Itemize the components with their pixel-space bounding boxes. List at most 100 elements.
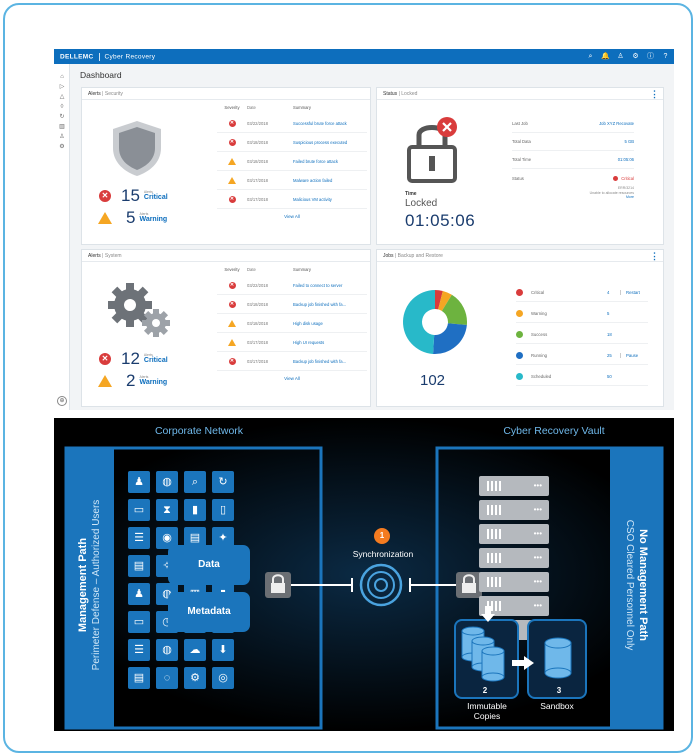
network-tile-icon: ▯ <box>212 499 234 521</box>
job-status-count[interactable]: 5 <box>607 311 609 316</box>
home-icon[interactable]: ⌂ <box>54 72 70 82</box>
table-row[interactable]: ✕ 03/17/2018 Malicious VM activity <box>217 190 367 209</box>
job-status-count[interactable]: 4 <box>607 290 609 295</box>
page-title: Dashboard <box>80 70 122 80</box>
job-status-label: Success <box>531 332 548 337</box>
network-tile-icon: ☰ <box>128 639 150 661</box>
table-row[interactable]: ✕ 03/18/2018 Suspicious process executed <box>217 133 367 152</box>
server-vent-icon <box>487 577 503 587</box>
job-status-label: Warning <box>531 311 547 316</box>
view-all-link[interactable]: View All <box>217 214 367 219</box>
network-tile-icon: ◍ <box>156 471 178 493</box>
server-vent-icon <box>487 553 503 563</box>
network-tile-icon: ◎ <box>212 667 234 689</box>
no-management-path-label: No Management Path <box>637 529 649 641</box>
critical-label: Critical <box>143 357 168 364</box>
table-row[interactable]: ✕ 03/22/2018 Failed to connect to server <box>217 276 367 295</box>
dell-emc-logo: DELLEMC <box>60 53 94 61</box>
row-summary[interactable]: Malware action failed <box>293 178 367 183</box>
job-status-count[interactable]: 18 <box>607 332 612 337</box>
table-row[interactable]: ✕ 03/18/2018 Backup job finished with fa..… <box>217 295 367 314</box>
jobs-total: 102 <box>420 372 446 389</box>
status-more-link[interactable]: More <box>557 195 634 200</box>
settings-icon[interactable]: ⚙ <box>631 51 640 62</box>
job-status-label: Running <box>531 353 548 358</box>
alerts-system-card: Alerts | System ✕ 12 Alerts Critical 2 A… <box>81 249 371 407</box>
success-status-icon <box>516 331 523 338</box>
server-led-icon: ••• <box>533 553 542 562</box>
user-icon[interactable]: ♙ <box>616 51 625 62</box>
row-summary[interactable]: High disk usage <box>293 321 367 326</box>
users-icon[interactable]: ♙ <box>54 132 70 142</box>
pause-button[interactable]: Pause <box>620 353 638 358</box>
row-date: 03/18/2018 <box>247 301 268 307</box>
alerts-icon[interactable]: △ <box>54 92 70 102</box>
server-unit-icon: ••• <box>479 524 549 544</box>
immutable-label-line1: Immutable <box>467 701 507 711</box>
table-row[interactable]: 03/18/2018 High disk usage <box>217 314 367 333</box>
server-unit-icon: ••• <box>479 500 549 520</box>
server-unit-icon: ••• <box>479 572 549 592</box>
job-status-row: Scheduled 50 <box>516 368 648 386</box>
warning-icon <box>98 374 112 387</box>
job-status-count[interactable]: 50 <box>607 374 612 379</box>
recovery-icon[interactable]: ↻ <box>54 112 70 122</box>
shield-icon <box>113 121 161 176</box>
warning-icon <box>98 211 112 224</box>
policies-icon[interactable]: ◊ <box>54 102 70 112</box>
row-summary[interactable]: High UI requests <box>293 340 367 345</box>
server-vent-icon <box>487 481 503 491</box>
network-tile-icon: ♟ <box>128 471 150 493</box>
immutable-copies-label: Immutable Copies <box>452 701 522 721</box>
status-row: Status Critical <box>512 169 634 187</box>
warning-icon <box>228 157 236 165</box>
assets-icon[interactable]: ▷ <box>54 82 70 92</box>
table-row[interactable]: 03/17/2018 High UI requests <box>217 333 367 352</box>
critical-icon: ✕ <box>228 300 236 308</box>
job-status-count[interactable]: 25 <box>607 353 612 358</box>
metadata-callout: Metadata <box>168 592 250 632</box>
row-summary[interactable]: Malicious VM activity <box>293 197 367 202</box>
server-unit-icon: ••• <box>479 476 549 496</box>
status-key: Last Job <box>512 121 528 126</box>
table-row[interactable]: 03/17/2018 Malware action failed <box>217 171 367 190</box>
row-summary[interactable]: Failed brute force attack <box>293 159 367 164</box>
card-subtitle: Security <box>104 91 123 97</box>
network-tile-icon: ▤ <box>128 667 150 689</box>
row-summary[interactable]: Successful brute force attack <box>293 121 367 126</box>
settings-icon[interactable]: ⚙ <box>54 142 70 152</box>
critical-icon: ✕ <box>99 352 111 365</box>
server-led-icon: ••• <box>533 601 542 610</box>
restart-button[interactable]: Restart <box>620 290 640 295</box>
info-icon[interactable]: ⓘ <box>646 51 655 62</box>
table-row[interactable]: 03/18/2018 Failed brute force attack <box>217 152 367 171</box>
reports-icon[interactable]: ▥ <box>54 122 70 132</box>
more-menu-icon[interactable]: ⋮ <box>650 89 659 100</box>
server-led-icon: ••• <box>533 529 542 538</box>
jobs-donut-chart <box>403 290 467 354</box>
collapse-nav-icon[interactable]: ⊕ <box>57 396 67 406</box>
arrow-down-icon <box>481 606 495 622</box>
running-status-icon <box>516 352 523 359</box>
network-tile-icon: ▭ <box>128 499 150 521</box>
arrow-right-icon <box>512 656 534 670</box>
row-summary[interactable]: Failed to connect to server <box>293 283 367 288</box>
row-summary[interactable]: Backup job finished with fa... <box>293 359 367 364</box>
status-key: Total Time <box>512 157 532 162</box>
card-title: Alerts <box>88 91 101 97</box>
status-value[interactable]: Job XYZ Recovate <box>599 121 634 126</box>
help-icon[interactable]: ? <box>661 51 670 62</box>
donut-slice-scheduled <box>403 290 435 354</box>
search-icon[interactable]: ⌕ <box>586 51 595 62</box>
more-menu-icon[interactable]: ⋮ <box>650 251 659 262</box>
row-summary[interactable]: Suspicious process executed <box>293 140 367 145</box>
status-row: Last Job Job XYZ Recovate <box>512 115 634 133</box>
alert-badge-icon[interactable]: 🔔 <box>601 51 610 62</box>
card-subtitle: Locked <box>401 91 418 97</box>
card-title: Alerts <box>88 253 101 259</box>
table-row[interactable]: ✕ 03/22/2018 Successful brute force attack <box>217 114 367 133</box>
view-all-link[interactable]: View All <box>217 376 367 381</box>
critical-icon: ✕ <box>228 138 236 146</box>
table-row[interactable]: ✕ 03/17/2018 Backup job finished with fa..… <box>217 352 367 371</box>
row-summary[interactable]: Backup job finished with fa... <box>293 302 367 307</box>
